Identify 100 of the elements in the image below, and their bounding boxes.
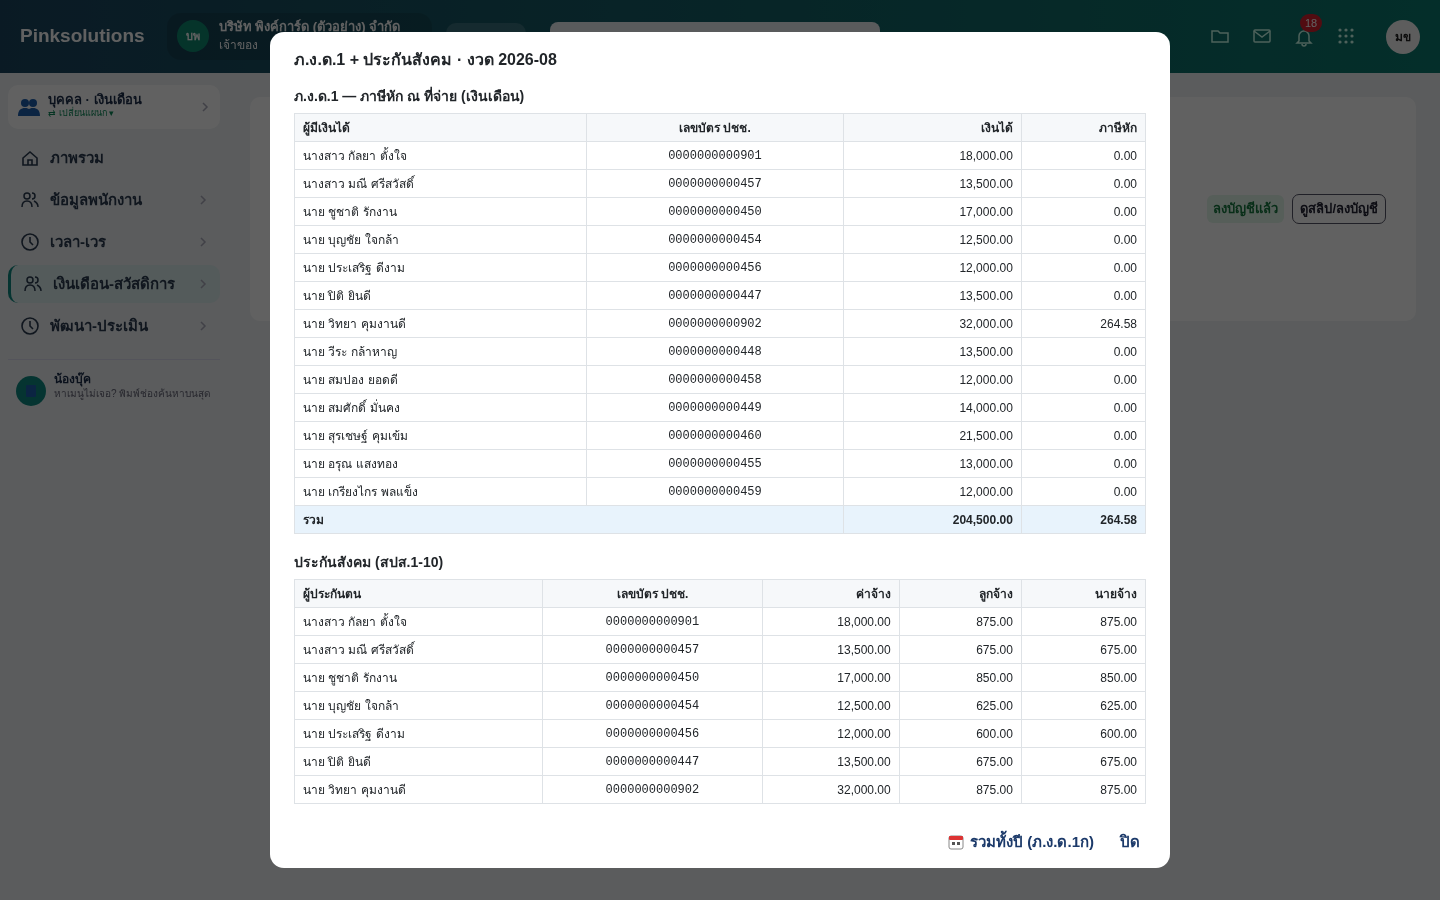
total-cell: 204,500.00 <box>843 505 1022 534</box>
section-heading: ประกันสังคม (สปส.1-10) <box>294 553 445 572</box>
table-cell: นาย ชูชาติ รักงาน <box>294 197 587 226</box>
module-switcher[interactable]: บุคคล · เงินเดือน ⇄ เปลี่ยนแผนก ▾ <box>8 85 220 129</box>
table-cell: 625.00 <box>1021 691 1146 720</box>
column-header: เลขบัตร ปชช. <box>586 113 844 142</box>
table-cell: 0000000000455 <box>586 449 844 478</box>
column-header: เงินได้ <box>843 113 1022 142</box>
table-cell: 13,500.00 <box>762 635 900 664</box>
view-slip-button[interactable]: ดูสลิป/ลงบัญชี <box>1292 194 1386 224</box>
table-cell: 625.00 <box>899 691 1022 720</box>
clock-icon <box>20 315 40 336</box>
people-icon <box>20 189 40 210</box>
table-cell: 12,000.00 <box>843 477 1022 506</box>
table-cell: 0000000000447 <box>586 281 844 310</box>
table-cell: 0000000000456 <box>586 253 844 282</box>
table-cell: 875.00 <box>1021 775 1146 804</box>
table-cell: นางสาว มณี ศรีสวัสดิ์ <box>294 635 543 664</box>
status-badge: ลงบัญชีแล้ว <box>1207 195 1285 223</box>
column-header: ลูกจ้าง <box>899 579 1022 608</box>
sidebar-item[interactable]: ข้อมูลพนักงาน <box>8 180 220 219</box>
table-cell: 17,000.00 <box>762 663 900 692</box>
chevron-icon <box>200 101 210 112</box>
table-cell: 0000000000902 <box>586 309 844 338</box>
company-avatar: บพ <box>176 20 209 53</box>
table-cell: 0.00 <box>1021 365 1146 394</box>
sidebar-item[interactable]: ภาพรวม <box>8 138 220 177</box>
table-cell: นาย ประเสริฐ ดีงาม <box>294 253 587 282</box>
table-cell: นาย อรุณ แสงทอง <box>294 449 587 478</box>
assistant-name: น้องบุ๊ค <box>54 370 91 387</box>
table-cell: 0000000000456 <box>542 719 763 748</box>
table-cell: นาย สมปอง ยอดดี <box>294 365 587 394</box>
table-cell: 0.00 <box>1021 477 1146 506</box>
table-cell: นาย วิทยา คุมงานดี <box>294 309 587 338</box>
table-cell: 0000000000459 <box>586 477 844 506</box>
clock-icon <box>20 231 40 252</box>
company-role: เจ้าของ <box>218 36 259 54</box>
table-cell: 0.00 <box>1021 253 1146 282</box>
calendar-icon <box>948 834 964 850</box>
table-cell: 0000000000901 <box>542 607 763 636</box>
table-cell: 264.58 <box>1021 309 1146 338</box>
department-switch-link[interactable]: ⇄ เปลี่ยนแผนก ▾ <box>48 107 142 121</box>
table-cell: นางสาว กัลยา ตั้งใจ <box>294 141 587 170</box>
table-cell: 850.00 <box>899 663 1022 692</box>
table-cell: 0.00 <box>1021 421 1146 450</box>
table-cell: นาย บุญชัย ใจกล้า <box>294 691 543 720</box>
table-cell: นาย สุรเชษฐ์ คุมเข้ม <box>294 421 587 450</box>
table-cell: 14,000.00 <box>843 393 1022 422</box>
table-cell: 0000000000454 <box>586 225 844 254</box>
close-button[interactable]: ปิด <box>1112 826 1148 858</box>
table-cell: 850.00 <box>1021 663 1146 692</box>
total-cell: 264.58 <box>1021 505 1146 534</box>
table-cell: 13,000.00 <box>843 449 1022 478</box>
table-cell: 0.00 <box>1021 449 1146 478</box>
table-cell: นางสาว กัลยา ตั้งใจ <box>294 607 543 636</box>
column-header: ผู้มีเงินได้ <box>294 113 587 142</box>
people-icon <box>18 97 40 116</box>
column-header: ภาษีหัก <box>1021 113 1146 142</box>
table-cell: 0.00 <box>1021 393 1146 422</box>
table-cell: 0000000000458 <box>586 365 844 394</box>
table-cell: 675.00 <box>899 635 1022 664</box>
table-cell: 0000000000460 <box>586 421 844 450</box>
sidebar-item[interactable]: เวลา-เวร <box>8 222 220 261</box>
table-cell: นาย วิทยา คุมงานดี <box>294 775 543 804</box>
notification-badge: 18 <box>1300 13 1323 33</box>
table-cell: 875.00 <box>899 775 1022 804</box>
table-cell: 0000000000447 <box>542 747 763 776</box>
yearly-summary-button[interactable]: รวมทั้งปี (ภ.ง.ด.1ก) <box>942 829 1100 855</box>
table-cell: 675.00 <box>1021 635 1146 664</box>
table-cell: 18,000.00 <box>762 607 900 636</box>
table-cell: 13,500.00 <box>843 281 1022 310</box>
table-cell: นาย สมศักดิ์ มั่นคง <box>294 393 587 422</box>
sidebar-item[interactable]: พัฒนา-ประเมิน <box>8 306 220 345</box>
brand-logo[interactable]: Pinksolutions <box>20 22 145 51</box>
table-cell: 0000000000450 <box>586 197 844 226</box>
table-cell: 32,000.00 <box>762 775 900 804</box>
table-cell: นางสาว มณี ศรีสวัสดิ์ <box>294 169 587 198</box>
table-cell: 0.00 <box>1021 197 1146 226</box>
table-cell: 675.00 <box>1021 747 1146 776</box>
module-title: บุคคล · เงินเดือน <box>48 93 142 108</box>
table-cell: 0000000000901 <box>586 141 844 170</box>
user-avatar[interactable]: มข <box>1386 19 1420 54</box>
table-cell: นาย ปิติ ยินดี <box>294 281 587 310</box>
table-cell: 12,500.00 <box>762 691 900 720</box>
table-cell: 600.00 <box>1021 719 1146 748</box>
table-cell: 13,500.00 <box>843 337 1022 366</box>
table-cell: 0000000000457 <box>586 169 844 198</box>
sidebar-item[interactable]: เงินเดือน-สวัสดิการ <box>8 264 220 303</box>
table-cell: 12,000.00 <box>843 253 1022 282</box>
table-cell: 12,500.00 <box>843 225 1022 254</box>
table-cell: 0.00 <box>1021 337 1146 366</box>
total-label: รวม <box>294 505 844 534</box>
table-cell: 21,500.00 <box>843 421 1022 450</box>
section-heading: ภ.ง.ด.1 — ภาษีหัก ณ ที่จ่าย (เงินเดือน) <box>294 86 526 106</box>
table-cell: 0.00 <box>1021 141 1146 170</box>
table-cell: นาย บุญชัย ใจกล้า <box>294 225 587 254</box>
table-cell: 0000000000448 <box>586 337 844 366</box>
table-cell: 12,000.00 <box>762 719 900 748</box>
company-name: บริษัท พิงค์การ์ด (ตัวอย่าง) จำกัด <box>218 19 401 36</box>
table-cell: นาย เกรียงไกร พลแข็ง <box>294 477 587 506</box>
